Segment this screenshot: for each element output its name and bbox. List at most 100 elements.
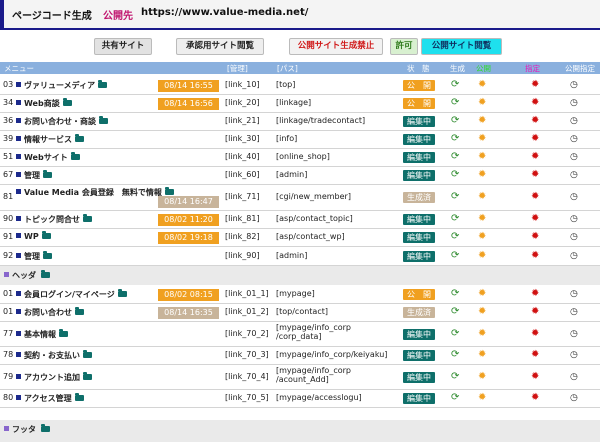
menu-link[interactable]: 会員ログイン/マイページ [24,290,115,299]
designate-gear-icon[interactable]: ✹ [531,134,539,144]
refresh-icon[interactable]: ⟳ [451,329,459,339]
clock-icon[interactable]: ◷ [570,80,578,90]
refresh-icon[interactable]: ⟳ [451,393,459,403]
table-row[interactable]: 03 ヴァリューメディア 08/14 16:55 [link_10] [top] 公 開 ⟳… [0,76,600,95]
menu-link[interactable]: 契約・お支払い [24,351,80,360]
folder-icon[interactable] [41,424,50,432]
refresh-icon[interactable]: ⟳ [451,232,459,242]
folder-icon[interactable] [164,187,174,195]
designate-gear-icon[interactable]: ✹ [531,289,539,299]
table-row[interactable]: 77 基本情報 [link_70_2] [mypage/info_corp /corp… [0,321,600,347]
folder-icon[interactable] [98,80,108,88]
designate-gear-icon[interactable]: ✹ [531,116,539,126]
designate-gear-icon[interactable]: ✹ [531,192,539,202]
publish-gear-icon[interactable]: ✹ [478,251,486,261]
refresh-icon[interactable]: ⟳ [451,152,459,162]
publish-gear-icon[interactable]: ✹ [478,152,486,162]
table-row[interactable]: 36 お問い合わせ・商談 [link_21] [linkage/tradecontac… [0,112,600,131]
refresh-icon[interactable]: ⟳ [451,372,459,382]
table-row[interactable]: 79 アカウント追加 [link_70_4] [mypage/info_corp /a… [0,364,600,390]
public-prohibit-button[interactable]: 公開サイト生成禁止 [289,38,383,55]
manage-link[interactable]: [link_10] [225,80,260,89]
table-row[interactable]: 51 Webサイト [link_40] [online_shop] 編集中 ⟳ ✹ ✹ ◷ [0,148,600,167]
status-badge[interactable]: 編集中 [403,329,435,340]
manage-link[interactable]: [link_70_4] [225,372,269,381]
status-badge[interactable]: 公 開 [403,289,435,300]
folder-icon[interactable] [41,231,51,239]
publish-gear-icon[interactable]: ✹ [478,289,486,299]
table-row[interactable]: 39 情報サービス [link_30] [info] 編集中 ⟳ ✹ ✹ ◷ [0,130,600,149]
folder-icon[interactable] [62,98,72,106]
folder-icon[interactable] [59,329,68,337]
table-row[interactable]: 01 会員ログイン/マイページ 08/02 08:15 [link_01_1] [myp… [0,285,600,304]
table-row[interactable]: 81 Value Media 会員登録 無料で情報 08/14 16:47 [link… [0,184,600,211]
table-row[interactable]: 78 契約・お支払い [link_70_3] [mypage/info_corp/ke… [0,346,600,365]
clock-icon[interactable]: ◷ [570,134,578,144]
public-url[interactable]: https://www.value-media.net/ [141,7,308,18]
menu-link[interactable]: ヴァリューメディア [24,81,95,90]
designate-gear-icon[interactable]: ✹ [531,170,539,180]
clock-icon[interactable]: ◷ [570,289,578,299]
publish-gear-icon[interactable]: ✹ [478,307,486,317]
refresh-icon[interactable]: ⟳ [451,98,459,108]
publish-gear-icon[interactable]: ✹ [478,134,486,144]
manage-link[interactable]: [link_21] [225,116,260,125]
status-badge[interactable]: 編集中 [403,134,435,145]
publish-gear-icon[interactable]: ✹ [478,329,486,339]
designate-gear-icon[interactable]: ✹ [531,329,539,339]
permit-button[interactable]: 許可 [390,38,418,55]
clock-icon[interactable]: ◷ [570,192,578,202]
public-site-button[interactable]: 公開サイト閲覧 [421,38,502,55]
status-badge[interactable]: 編集中 [403,116,435,127]
folder-icon[interactable] [43,251,52,259]
manage-link[interactable]: [link_60] [225,170,260,179]
manage-link[interactable]: [link_01_2] [225,307,269,316]
publish-gear-icon[interactable]: ✹ [478,170,486,180]
publish-gear-icon[interactable]: ✹ [478,80,486,90]
clock-icon[interactable]: ◷ [570,307,578,317]
menu-link[interactable]: Value Media 会員登録 無料で情報 [24,188,162,197]
menu-link[interactable]: Webサイト [24,153,68,162]
status-badge[interactable]: 生成済 [403,307,435,318]
table-row[interactable]: 01 お問い合わせ 08/14 16:35 [link_01_2] [top/conta… [0,303,600,322]
refresh-icon[interactable]: ⟳ [451,192,459,202]
clock-icon[interactable]: ◷ [570,98,578,108]
refresh-icon[interactable]: ⟳ [451,350,459,360]
refresh-icon[interactable]: ⟳ [451,116,459,126]
table-row[interactable]: 91 WP 08/02 19:18 [link_82] [asp/contact_wp]… [0,228,600,247]
folder-icon[interactable] [74,393,84,401]
designate-gear-icon[interactable]: ✹ [531,350,539,360]
folder-icon[interactable] [117,289,127,297]
manage-link[interactable]: [link_71] [225,192,260,201]
menu-link[interactable]: トピック問合せ [24,215,80,224]
manage-link[interactable]: [link_01_1] [225,289,269,298]
clock-icon[interactable]: ◷ [570,214,578,224]
status-badge[interactable]: 編集中 [403,170,435,181]
menu-link[interactable]: 基本情報 [24,330,56,339]
shared-site-button[interactable]: 共有サイト [94,38,152,55]
publish-gear-icon[interactable]: ✹ [478,350,486,360]
status-badge[interactable]: 編集中 [403,350,435,361]
manage-link[interactable]: [link_82] [225,232,260,241]
designate-gear-icon[interactable]: ✹ [531,214,539,224]
approval-site-button[interactable]: 承認用サイト閲覧 [176,38,264,55]
manage-link[interactable]: [link_30] [225,134,260,143]
menu-link[interactable]: アクセス管理 [24,394,72,403]
status-badge[interactable]: 生成済 [403,192,435,203]
refresh-icon[interactable]: ⟳ [451,251,459,261]
refresh-icon[interactable]: ⟳ [451,289,459,299]
table-row[interactable]: 34 Web商談 08/14 16:56 [link_20] [linkage] 公 開 ⟳… [0,94,600,113]
status-badge[interactable]: 編集中 [403,372,435,383]
clock-icon[interactable]: ◷ [570,170,578,180]
folder-icon[interactable] [83,372,92,380]
status-badge[interactable]: 編集中 [403,152,435,163]
designate-gear-icon[interactable]: ✹ [531,393,539,403]
designate-gear-icon[interactable]: ✹ [531,152,539,162]
folder-icon[interactable] [70,152,80,160]
manage-link[interactable]: [link_40] [225,152,260,161]
refresh-icon[interactable]: ⟳ [451,214,459,224]
status-badge[interactable]: 編集中 [403,232,435,243]
status-badge[interactable]: 公 開 [403,98,435,109]
folder-open-icon[interactable] [41,270,50,278]
folder-icon[interactable] [75,134,84,142]
